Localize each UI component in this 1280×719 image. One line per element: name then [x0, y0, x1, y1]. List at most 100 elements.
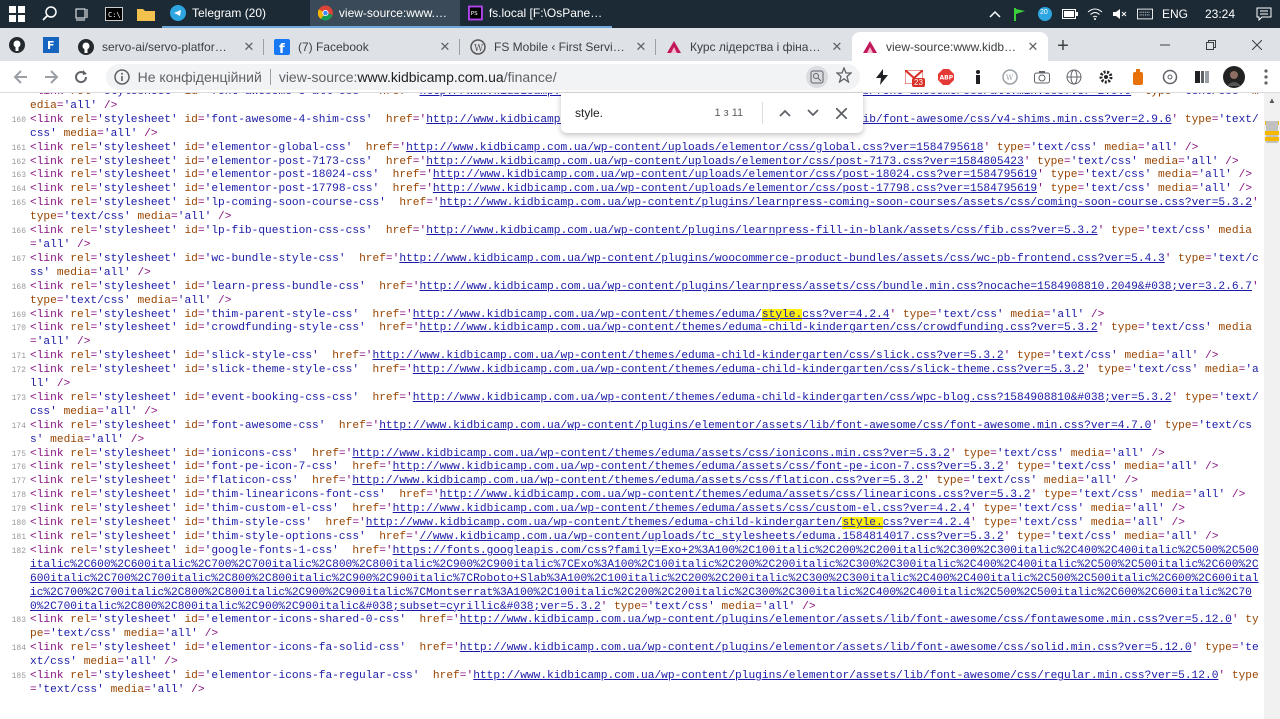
pinned-tab-f[interactable]: F	[34, 28, 68, 61]
security-label[interactable]: Не конфіденційний	[138, 69, 262, 85]
clock[interactable]: 23:24	[1205, 7, 1235, 21]
minimize-button[interactable]	[1142, 28, 1188, 61]
back-button[interactable]	[6, 63, 36, 91]
find-in-page-icon[interactable]	[806, 65, 829, 88]
chrome-menu-button[interactable]	[1252, 63, 1280, 91]
tag-punct: =	[197, 252, 205, 265]
tag-punct: ='	[412, 155, 427, 168]
tag-punct: '	[949, 447, 964, 460]
source-link[interactable]: http://www.kidbicamp.com.ua/wp-content/t…	[352, 475, 923, 487]
forward-button[interactable]	[36, 63, 66, 91]
source-link[interactable]: http://www.kidbicamp.com.ua/wp-content/p…	[473, 670, 1218, 682]
address-bar[interactable]: Не конфіденційний view-source:www.kidbic…	[105, 63, 861, 90]
tab-view-source-active[interactable]: view-source:www.kidbicamp ✕	[852, 32, 1048, 61]
source-link[interactable]: http://www.kidbicamp.com.ua/wp-content/t…	[393, 461, 1004, 473]
source-link[interactable]: http://www.kidbicamp.com.ua/wp-content/t…	[413, 392, 1172, 404]
tab-fs-mobile[interactable]: W FS Mobile ‹ First Service — W ✕	[460, 32, 656, 61]
source-link[interactable]: http://www.kidbicamp.com.ua/wp-content/p…	[426, 225, 1097, 237]
source-link[interactable]: http://www.kidbicamp.com.ua/wp-content/p…	[399, 253, 1164, 265]
lightning-extension-icon[interactable]	[868, 63, 896, 91]
language-indicator[interactable]: ENG	[1162, 7, 1188, 21]
scroll-up-arrow[interactable]: ▲	[1264, 93, 1280, 107]
keyboard-icon[interactable]	[1136, 6, 1153, 22]
attr-name: href	[432, 670, 460, 683]
source-link[interactable]: //www.kidbicamp.com.ua/wp-content/upload…	[420, 531, 1004, 543]
wordpress-extension-icon[interactable]: W	[996, 63, 1024, 91]
close-icon[interactable]: ✕	[242, 39, 256, 54]
attr-name: id	[184, 461, 198, 474]
tag-close: />	[137, 127, 158, 140]
camera-extension-icon[interactable]	[1028, 63, 1056, 91]
source-link[interactable]: http://www.kidbicamp.com.ua/wp-content/t…	[420, 322, 1098, 334]
attr-value: 'all'	[177, 294, 212, 307]
source-link[interactable]: http://www.kidbicamp.com.ua/wp-content/u…	[433, 183, 1037, 195]
source-link[interactable]: http://www.kidbicamp.com.ua/wp-content/p…	[440, 197, 1252, 209]
battery-icon[interactable]	[1061, 6, 1078, 22]
profile-avatar[interactable]	[1220, 63, 1248, 91]
adblock-extension-icon[interactable]: ABP	[932, 63, 960, 91]
info-icon[interactable]	[113, 68, 130, 85]
attr-name: href	[379, 93, 406, 98]
source-link[interactable]: http://www.kidbicamp.com.ua/wp-content/p…	[460, 614, 1232, 626]
task-view-button[interactable]	[66, 0, 98, 28]
plus-icon: +	[1057, 35, 1069, 57]
globe-extension-icon[interactable]	[1060, 63, 1088, 91]
attr-value: 'text/css'	[1144, 322, 1212, 335]
restore-button[interactable]	[1188, 28, 1234, 61]
gear-extension-icon[interactable]	[1092, 63, 1120, 91]
wordpress-icon: W	[470, 38, 486, 55]
notification-center-icon[interactable]	[1256, 6, 1272, 22]
cycle-extension-icon[interactable]	[1156, 63, 1184, 91]
flag-icon[interactable]	[1012, 6, 1028, 22]
source-link[interactable]: http://www.kidbicamp.com.ua/wp-content/t…	[352, 448, 950, 460]
search-taskbar-button[interactable]	[34, 0, 66, 28]
source-link[interactable]: http://www.kidbicamp.com.ua/wp-content/t…	[393, 503, 970, 515]
url-text[interactable]: view-source:www.kidbicamp.com.ua/finance…	[279, 69, 557, 85]
tag-punct: =	[1158, 350, 1165, 363]
reload-button[interactable]	[66, 63, 96, 91]
source-link[interactable]: http://www.kidbicamp.com.ua/wp-content/t…	[440, 489, 1031, 501]
telegram-tray-icon[interactable]: 20	[1037, 6, 1053, 22]
source-link[interactable]: http://www.kidbicamp.com.ua/wp-content/t…	[413, 308, 889, 321]
gmail-extension-icon[interactable]: 23	[900, 63, 928, 91]
source-link[interactable]: http://www.kidbicamp.com.ua/wp-content/u…	[426, 156, 1024, 168]
bottle-extension-icon[interactable]	[1124, 63, 1152, 91]
tab-leadership-course[interactable]: Курс лідерства і фінансів - ✕	[656, 32, 852, 61]
vertical-scrollbar[interactable]: ▲	[1264, 93, 1280, 719]
find-close-button[interactable]	[827, 99, 855, 127]
info-extension-icon[interactable]	[964, 63, 992, 91]
close-icon[interactable]: ✕	[1026, 39, 1040, 54]
windows-start-button[interactable]	[0, 0, 34, 28]
pinned-tab-github[interactable]	[0, 28, 34, 61]
tag-punct: =	[1205, 252, 1212, 265]
volume-muted-icon[interactable]	[1112, 6, 1128, 22]
source-link[interactable]: http://www.kidbicamp.com.ua/wp-content/t…	[366, 517, 970, 530]
attr-name: type	[963, 447, 991, 460]
find-next-button[interactable]	[799, 99, 827, 127]
close-icon[interactable]: ✕	[438, 39, 452, 54]
source-link[interactable]: http://www.kidbicamp.com.ua/wp-content/p…	[379, 420, 1151, 432]
file-explorer-button[interactable]	[130, 0, 162, 28]
find-previous-button[interactable]	[771, 99, 799, 127]
terminal-app-button[interactable]: C:\	[98, 0, 130, 28]
source-link[interactable]: http://www.kidbicamp.com.ua/wp-content/t…	[413, 364, 1084, 376]
close-icon[interactable]: ✕	[634, 39, 648, 54]
taskbar-app-chrome[interactable]: view-source:www.kid...	[310, 0, 460, 28]
find-input[interactable]: style.	[575, 106, 704, 120]
source-link[interactable]: http://www.kidbicamp.com.ua/wp-content/p…	[420, 281, 1253, 293]
taskbar-app-telegram[interactable]: Telegram (20)	[162, 0, 310, 28]
source-link[interactable]: http://www.kidbicamp.com.ua/wp-content/u…	[406, 142, 983, 154]
taskbar-app-phpstorm[interactable]: PS fs.local [F:\OsPanel\d...	[460, 0, 612, 28]
layers-extension-icon[interactable]	[1188, 63, 1216, 91]
new-tab-button[interactable]: +	[1048, 32, 1078, 61]
tab-servo-platform[interactable]: servo-ai/servo-platform: The ✕	[68, 32, 264, 61]
close-icon[interactable]: ✕	[830, 39, 844, 54]
source-link[interactable]: http://www.kidbicamp.com.ua/wp-content/u…	[433, 169, 1037, 181]
chevron-up-icon[interactable]	[987, 6, 1003, 22]
close-window-button[interactable]	[1234, 28, 1280, 61]
source-link[interactable]: http://www.kidbicamp.com.ua/wp-content/p…	[460, 642, 1192, 654]
source-link[interactable]: http://www.kidbicamp.com.ua/wp-content/t…	[373, 350, 1004, 362]
wifi-icon[interactable]	[1087, 6, 1103, 22]
tab-facebook[interactable]: f (7) Facebook ✕	[264, 32, 460, 61]
bookmark-star-icon[interactable]	[835, 66, 853, 86]
